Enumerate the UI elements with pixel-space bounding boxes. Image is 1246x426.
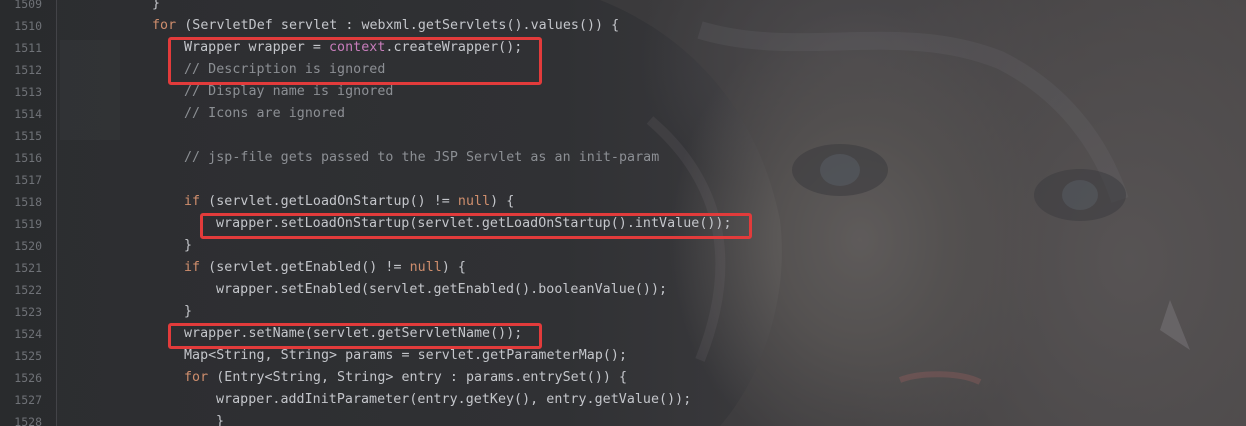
code-token: null	[409, 260, 442, 275]
code-text: if (servlet.getLoadOnStartup() != null) …	[184, 191, 514, 213]
code-line[interactable]: 1526 for (Entry<String, String> entry : p…	[0, 367, 1246, 389]
code-token: if	[184, 260, 201, 275]
code-token: for	[184, 370, 209, 385]
line-number: 1517	[14, 173, 42, 187]
code-token: (Entry<String, String> entry : params.en…	[208, 370, 628, 385]
code-line[interactable]: 1521 if (servlet.getEnabled() != null) {	[0, 257, 1246, 279]
code-token: (servlet.getLoadOnStartup() !=	[200, 194, 458, 209]
code-token: }	[184, 304, 193, 319]
line-number: 1516	[14, 151, 42, 165]
code-token: for	[152, 18, 177, 33]
code-token: ) {	[441, 260, 466, 275]
set-name-highlight	[168, 323, 543, 349]
code-text: if (servlet.getEnabled() != null) {	[184, 257, 466, 279]
code-text: for (Entry<String, String> entry : param…	[184, 367, 627, 389]
line-number: 1513	[14, 85, 42, 99]
code-token: }	[152, 0, 161, 11]
code-text: wrapper.setEnabled(servlet.getEnabled().…	[216, 279, 667, 301]
code-line[interactable]: 1523}	[0, 301, 1246, 323]
code-token: // Display name is ignored	[184, 84, 394, 99]
line-number: 1520	[14, 239, 42, 253]
line-number: 1515	[14, 129, 42, 143]
line-number: 1526	[14, 371, 42, 385]
line-number: 1519	[14, 217, 42, 231]
line-number: 1518	[14, 195, 42, 209]
code-token: (servlet.getEnabled() !=	[200, 260, 410, 275]
code-line[interactable]: 1518 if (servlet.getLoadOnStartup() != nu…	[0, 191, 1246, 213]
code-line[interactable]: 1515	[0, 125, 1246, 147]
line-number: 1524	[14, 327, 42, 341]
create-wrapper-highlight	[168, 37, 543, 85]
line-number: 1523	[14, 305, 42, 319]
line-number: 1510	[14, 19, 42, 33]
code-line[interactable]: 1522 wrapper.setEnabled(servlet.getEnable…	[0, 279, 1246, 301]
code-token: // Icons are ignored	[184, 106, 346, 121]
code-text: }	[152, 0, 160, 15]
code-line[interactable]: 1510 for (ServletDef servlet : webxml.get…	[0, 15, 1246, 37]
line-number: 1512	[14, 63, 42, 77]
code-text: }	[216, 411, 224, 426]
line-number: 1521	[14, 261, 42, 275]
set-load-on-startup-highlight	[200, 213, 752, 239]
code-text: // Icons are ignored	[184, 103, 345, 125]
code-text: }	[184, 301, 192, 323]
code-token: // jsp-file gets passed to the JSP Servl…	[184, 150, 660, 165]
code-text: // jsp-file gets passed to the JSP Servl…	[184, 147, 659, 169]
line-number: 1527	[14, 393, 42, 407]
code-text: }	[184, 235, 192, 257]
code-editor[interactable]: 1509} 1510 for (ServletDef servlet : webxm…	[0, 0, 1246, 426]
code-line[interactable]: 1516 // jsp-file gets passed to the JSP S…	[0, 147, 1246, 169]
code-line[interactable]: 1527 wrapper.addInitParameter(entry.getKe…	[0, 389, 1246, 411]
code-token: }	[184, 238, 193, 253]
code-token: ) {	[490, 194, 515, 209]
line-number: 1511	[14, 41, 42, 55]
code-token: (ServletDef servlet : webxml.getServlets…	[176, 18, 620, 33]
code-text: wrapper.addInitParameter(entry.getKey(),…	[216, 389, 691, 411]
code-line[interactable]: 1509}	[0, 0, 1246, 15]
code-line[interactable]: 1528}	[0, 411, 1246, 426]
line-number: 1528	[14, 415, 42, 426]
code-token: wrapper.setEnabled(servlet.getEnabled().…	[216, 282, 668, 297]
line-number: 1509	[14, 0, 42, 11]
line-number: 1514	[14, 107, 42, 121]
line-number: 1522	[14, 283, 42, 297]
code-token: wrapper.addInitParameter(entry.getKey(),…	[216, 392, 692, 407]
code-line[interactable]: 1517	[0, 169, 1246, 191]
code-token: null	[457, 194, 491, 209]
code-token: Map<String, String> params = servlet.get…	[184, 348, 628, 363]
code-token: }	[216, 414, 225, 426]
line-number: 1525	[14, 349, 42, 363]
code-text: for (ServletDef servlet : webxml.getServ…	[152, 15, 619, 37]
code-token: if	[184, 194, 201, 209]
code-line[interactable]: 1514 // Icons are ignored	[0, 103, 1246, 125]
